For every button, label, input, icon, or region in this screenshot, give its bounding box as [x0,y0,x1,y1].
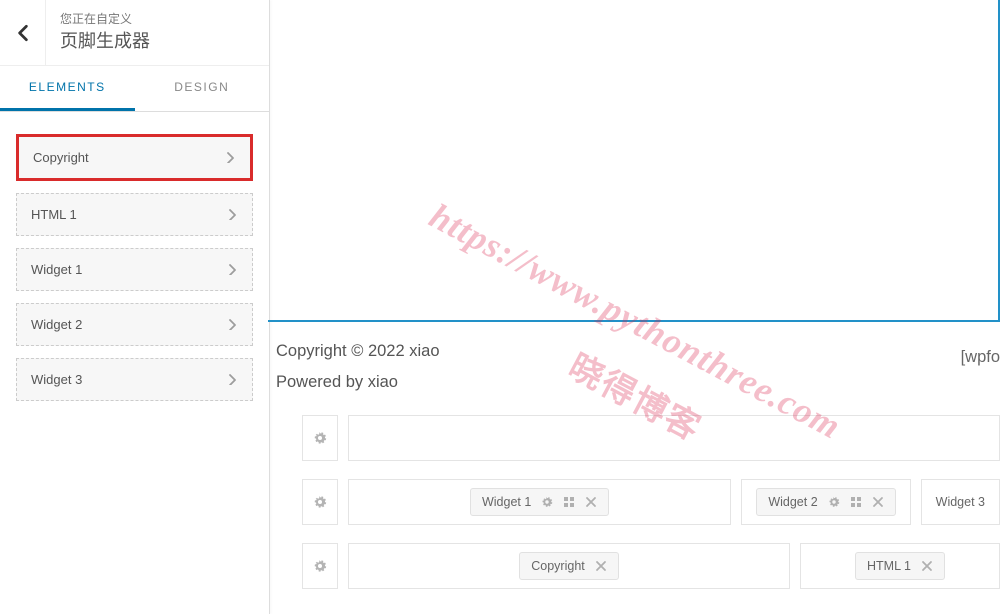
sidebar-title: 页脚生成器 [60,28,150,55]
builder-row-2: Widget 1 Widget 2 [302,479,1000,525]
builder-zone-empty[interactable] [348,415,1000,461]
element-label: Widget 2 [31,317,82,332]
builder-zone[interactable]: Widget 3 [921,479,1000,525]
grid-icon[interactable] [850,496,862,508]
element-widget-2[interactable]: Widget 2 [16,303,253,346]
sidebar-title-block: 您正在自定义 页脚生成器 [46,0,164,65]
footer-line-1: Copyright © 2022 xiao [276,336,994,367]
builder-zone[interactable]: Copyright [348,543,790,589]
chip-html-1[interactable]: HTML 1 [855,552,945,580]
grid-icon[interactable] [563,496,575,508]
chip-label: Widget 2 [768,495,817,509]
element-label: HTML 1 [31,207,77,222]
row-settings-button[interactable] [302,479,338,525]
back-button[interactable] [0,0,46,65]
chip-label: Copyright [531,559,585,573]
chip-label: HTML 1 [867,559,911,573]
customizer-sidebar: 您正在自定义 页脚生成器 ELEMENTS DESIGN Copyright H… [0,0,270,614]
footer-line-2: Powered by xiao [276,367,994,398]
gear-icon[interactable] [541,496,553,508]
preview-canvas[interactable] [268,0,1000,322]
builder-row-1 [302,415,1000,461]
element-label: Copyright [33,150,89,165]
sidebar-subtitle: 您正在自定义 [60,10,150,28]
close-icon[interactable] [595,560,607,572]
gear-icon [313,495,327,509]
element-widget-3[interactable]: Widget 3 [16,358,253,401]
chevron-right-icon [227,374,238,385]
chip-label: Widget 1 [482,495,531,509]
chip-widget-2[interactable]: Widget 2 [756,488,895,516]
chevron-right-icon [227,209,238,220]
chevron-right-icon [225,152,236,163]
chip-copyright[interactable]: Copyright [519,552,619,580]
chevron-right-icon [227,264,238,275]
element-label: Widget 1 [31,262,82,277]
gear-icon[interactable] [828,496,840,508]
row-settings-button[interactable] [302,543,338,589]
elements-list: Copyright HTML 1 Widget 1 Widget 2 Widge… [0,112,269,435]
gear-icon [313,559,327,573]
builder-row-3: Copyright HTML 1 [302,543,1000,589]
sidebar-header: 您正在自定义 页脚生成器 [0,0,269,66]
tab-design[interactable]: DESIGN [135,66,270,111]
footer-builder: Widget 1 Widget 2 [270,415,1000,607]
row-settings-button[interactable] [302,415,338,461]
element-copyright[interactable]: Copyright [16,134,253,181]
element-label: Widget 3 [31,372,82,387]
footer-shortcode: [wpfo [961,342,1000,373]
preview-pane: https://www.pythonthree.com 晓得博客 Copyrig… [270,0,1000,614]
builder-zone[interactable]: HTML 1 [800,543,1000,589]
tab-elements[interactable]: ELEMENTS [0,66,135,111]
chip-label: Widget 3 [936,495,985,509]
chip-widget-3[interactable]: Widget 3 [936,495,985,509]
element-widget-1[interactable]: Widget 1 [16,248,253,291]
element-html-1[interactable]: HTML 1 [16,193,253,236]
close-icon[interactable] [921,560,933,572]
footer-preview: Copyright © 2022 xiao Powered by xiao [w… [270,322,1000,415]
gear-icon [313,431,327,445]
chip-widget-1[interactable]: Widget 1 [470,488,609,516]
close-icon[interactable] [872,496,884,508]
builder-zone[interactable]: Widget 1 [348,479,731,525]
chevron-left-icon [14,24,32,42]
close-icon[interactable] [585,496,597,508]
chevron-right-icon [227,319,238,330]
sidebar-tabs: ELEMENTS DESIGN [0,66,269,112]
builder-zone[interactable]: Widget 2 [741,479,910,525]
